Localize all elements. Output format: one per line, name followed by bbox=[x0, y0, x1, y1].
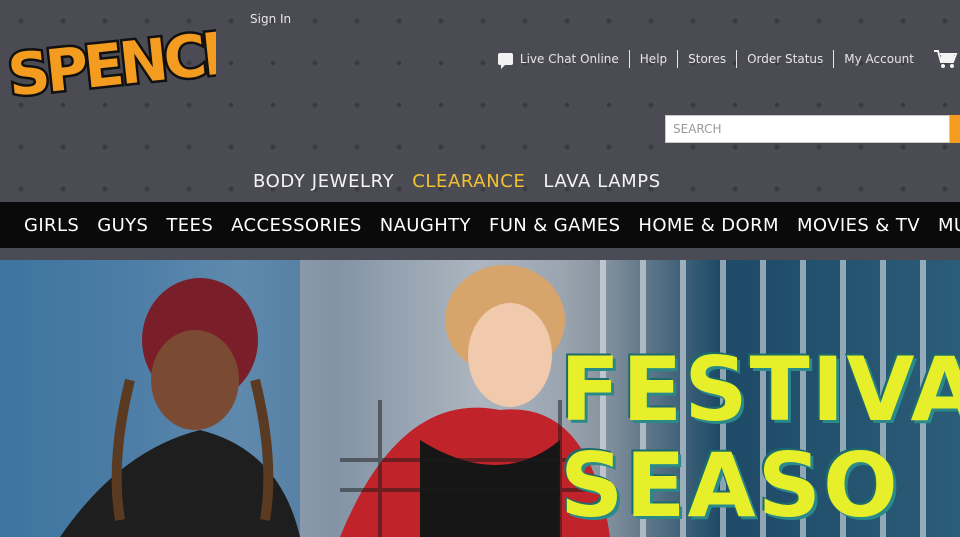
nav-spacer bbox=[0, 248, 960, 260]
nav-guys[interactable]: GUYS bbox=[88, 215, 157, 236]
spencers-logo[interactable]: SPENCER'S bbox=[2, 8, 216, 114]
logo-wordmark: SPENCER'S bbox=[5, 8, 216, 109]
live-chat-link[interactable]: Live Chat Online bbox=[488, 50, 630, 69]
nav-home-and-dorm[interactable]: HOME & DORM bbox=[629, 215, 788, 236]
nav-tees[interactable]: TEES bbox=[157, 215, 222, 236]
my-account-link[interactable]: My Account bbox=[834, 50, 932, 68]
stores-link[interactable]: Stores bbox=[678, 50, 738, 68]
search-button[interactable] bbox=[950, 115, 960, 143]
hero-headline-line2: SEASO bbox=[560, 434, 900, 537]
chat-icon bbox=[497, 53, 513, 69]
nav-accessories[interactable]: ACCESSORIES bbox=[222, 215, 371, 236]
promo-body-jewelry[interactable]: BODY JEWELRY bbox=[244, 171, 403, 192]
site-header: SPENCER'S Sign In Live Chat Online Help … bbox=[0, 0, 960, 202]
promo-lava-lamps[interactable]: LAVA LAMPS bbox=[534, 171, 669, 192]
help-link[interactable]: Help bbox=[630, 50, 679, 68]
nav-movies-and-tv[interactable]: MOVIES & TV bbox=[788, 215, 929, 236]
sign-in-link[interactable]: Sign In bbox=[250, 12, 291, 26]
nav-fun-and-games[interactable]: FUN & GAMES bbox=[480, 215, 629, 236]
order-status-link[interactable]: Order Status bbox=[737, 50, 835, 68]
search-input[interactable] bbox=[665, 115, 950, 143]
nav-naughty[interactable]: NAUGHTY bbox=[371, 215, 480, 236]
nav-music-truncated[interactable]: MU bbox=[929, 215, 960, 236]
promo-nav: BODY JEWELRY CLEARANCE LAVA LAMPS bbox=[244, 171, 670, 192]
utility-nav: Live Chat Online Help Stores Order Statu… bbox=[488, 48, 960, 70]
nav-girls[interactable]: GIRLS bbox=[0, 215, 88, 236]
promo-clearance[interactable]: CLEARANCE bbox=[403, 171, 534, 192]
hero-headline: FESTIVA SEASO bbox=[560, 342, 960, 534]
hero-headline-line1: FESTIVA bbox=[560, 338, 960, 441]
cart-icon[interactable] bbox=[932, 48, 960, 70]
main-category-nav: GIRLS GUYS TEES ACCESSORIES NAUGHTY FUN … bbox=[0, 202, 960, 248]
live-chat-label: Live Chat Online bbox=[519, 52, 619, 66]
hero-banner[interactable]: FESTIVA SEASO bbox=[0, 260, 960, 537]
